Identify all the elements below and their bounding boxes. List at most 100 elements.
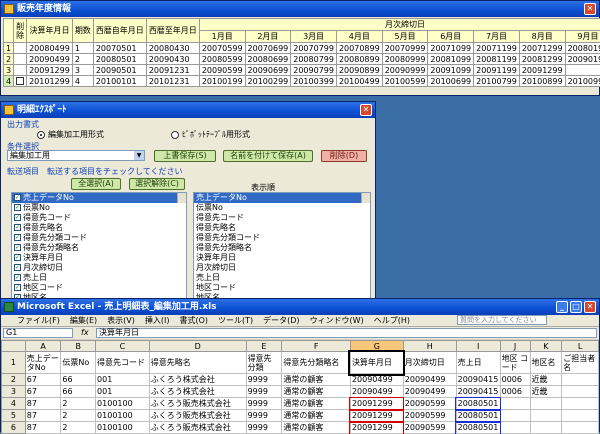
cell-kisu[interactable]: 2 [72, 54, 93, 65]
delete-cell[interactable] [14, 54, 27, 65]
minimize-button[interactable]: _ [556, 301, 568, 313]
row-header[interactable]: 2 [2, 374, 26, 386]
list-item[interactable]: ✓伝票No [12, 203, 186, 213]
menu-item[interactable]: ヘルプ(H) [374, 316, 410, 325]
header-cell[interactable]: 得意先コード [96, 352, 150, 374]
list-item[interactable]: 伝票No [194, 203, 370, 213]
display-order-list[interactable]: 売上データNo伝票No得意先コード得意先略名得意先分類コード得意先分類略名決算年… [193, 192, 371, 305]
cell[interactable]: 9999 [246, 374, 282, 386]
menu-item[interactable]: 挿入(I) [145, 316, 170, 325]
fx-icon[interactable]: fx [81, 328, 89, 337]
column-header[interactable]: E [246, 341, 282, 352]
cell-month[interactable]: 20080899 [336, 54, 382, 65]
column-header[interactable]: G [350, 341, 403, 352]
delete-checkbox[interactable] [16, 77, 24, 85]
cell[interactable]: 20090499 [350, 374, 403, 386]
list-item[interactable]: 決算年月日 [194, 253, 370, 263]
cell-month[interactable]: 20080699 [245, 54, 291, 65]
cell[interactable]: 20080501 [456, 398, 500, 410]
header-cell[interactable]: 地区 コード [500, 352, 530, 374]
cell-kisu[interactable]: 3 [72, 65, 93, 76]
cell-kessan[interactable]: 20091299 [27, 65, 73, 76]
cell-start[interactable]: 20080501 [93, 54, 146, 65]
column-header[interactable]: C [96, 341, 150, 352]
cell-start[interactable]: 20100101 [93, 76, 146, 87]
cell[interactable]: 0100100 [96, 410, 150, 422]
cell[interactable] [562, 374, 599, 386]
header-cell[interactable]: 得意先分類略名 [282, 352, 351, 374]
cell[interactable]: 66 [61, 386, 96, 398]
checkbox[interactable]: ✓ [14, 194, 21, 201]
list-item[interactable]: ✓決算年月日 [12, 253, 186, 263]
cell[interactable]: 67 [25, 374, 61, 386]
row-header[interactable]: 5 [2, 410, 26, 422]
header-cell[interactable]: 得意先 分類 [246, 352, 282, 374]
menu-item[interactable]: 編集(E) [70, 316, 97, 325]
cell-month[interactable]: 20070699 [245, 43, 291, 54]
delete-cell[interactable] [14, 65, 27, 76]
menu-item[interactable]: ウィンドウ(W) [310, 316, 364, 325]
cell-month[interactable]: 20091299 [519, 65, 565, 76]
list-item[interactable]: 得意先分類略名 [194, 243, 370, 253]
cell-month[interactable]: 20070999 [382, 43, 428, 54]
cell-month[interactable]: 20080799 [291, 54, 337, 65]
help-search-input[interactable]: 質問を入力してください [457, 315, 547, 325]
cell[interactable]: 9999 [246, 386, 282, 398]
cell-month[interactable]: 20071199 [474, 43, 520, 54]
cell[interactable] [500, 398, 530, 410]
name-box[interactable]: G1 [3, 328, 73, 338]
close-button[interactable]: ✕ [360, 104, 372, 116]
scrollbar[interactable] [177, 193, 186, 203]
cell[interactable]: 66 [61, 374, 96, 386]
list-item[interactable]: ✓得意先コード [12, 213, 186, 223]
delete-button[interactable]: 削除(D) [321, 150, 367, 162]
checkbox[interactable]: ✓ [14, 264, 21, 271]
cell-end[interactable]: 20091231 [146, 65, 199, 76]
select-all-corner[interactable] [2, 341, 26, 352]
cell[interactable] [562, 386, 599, 398]
cell[interactable]: 20091299 [350, 398, 403, 410]
header-cell[interactable]: 月次締切日 [403, 352, 456, 374]
checkbox[interactable]: ✓ [14, 284, 21, 291]
cell[interactable]: ふくろう販売株式会社 [149, 410, 246, 422]
cell[interactable]: 001 [96, 374, 150, 386]
cell[interactable] [562, 398, 599, 410]
row-header[interactable]: 3 [2, 386, 26, 398]
checkbox[interactable]: ✓ [14, 214, 21, 221]
transfer-items-list[interactable]: ✓売上データNo✓伝票No✓得意先コード✓得意先略名✓得意先分類コード✓得意先分… [11, 192, 187, 305]
cell-month[interactable]: 20100199 [199, 76, 245, 87]
menu-item[interactable]: データ(D) [263, 316, 299, 325]
menu-item[interactable]: ツール(T) [218, 316, 253, 325]
column-header[interactable]: K [530, 341, 562, 352]
cell[interactable]: 20090499 [403, 374, 456, 386]
cell[interactable]: 20091299 [350, 410, 403, 422]
cell-month[interactable]: 20071099 [428, 43, 474, 54]
checkbox[interactable]: ✓ [14, 274, 21, 281]
condition-select[interactable]: 編集加工用▼ [7, 150, 145, 161]
cell[interactable]: 0006 [500, 386, 530, 398]
list-item[interactable]: ✓得意先略名 [12, 223, 186, 233]
cell-month[interactable]: 20081199 [474, 54, 520, 65]
cell[interactable]: 87 [25, 398, 61, 410]
checkbox[interactable]: ✓ [14, 254, 21, 261]
radio-edit-format[interactable]: 編集加工用形式 [37, 129, 104, 140]
cell-kessan[interactable]: 20080499 [27, 43, 73, 54]
cell[interactable]: 20090415 [456, 374, 500, 386]
cell[interactable]: 20090415 [456, 386, 500, 398]
column-header[interactable]: I [456, 341, 500, 352]
cell[interactable] [500, 410, 530, 422]
cell-month[interactable]: 20100699 [428, 76, 474, 87]
cell-month[interactable]: 20080999 [382, 54, 428, 65]
list-item[interactable]: 得意先略名 [194, 223, 370, 233]
cell[interactable]: 2 [61, 398, 96, 410]
column-header[interactable]: A [25, 341, 61, 352]
cell[interactable]: 9999 [246, 398, 282, 410]
cell[interactable]: 0100100 [96, 398, 150, 410]
cell[interactable]: 9999 [246, 410, 282, 422]
list-item[interactable]: ✓売上データNo [12, 193, 186, 203]
column-header[interactable]: L [562, 341, 599, 352]
list-item[interactable]: ✓地区コード [12, 283, 186, 293]
header-cell[interactable]: 売上日 [456, 352, 500, 374]
row-header[interactable]: 1 [2, 352, 26, 374]
year-row[interactable]: 3200912993200905012009123120090599200906… [4, 65, 600, 76]
